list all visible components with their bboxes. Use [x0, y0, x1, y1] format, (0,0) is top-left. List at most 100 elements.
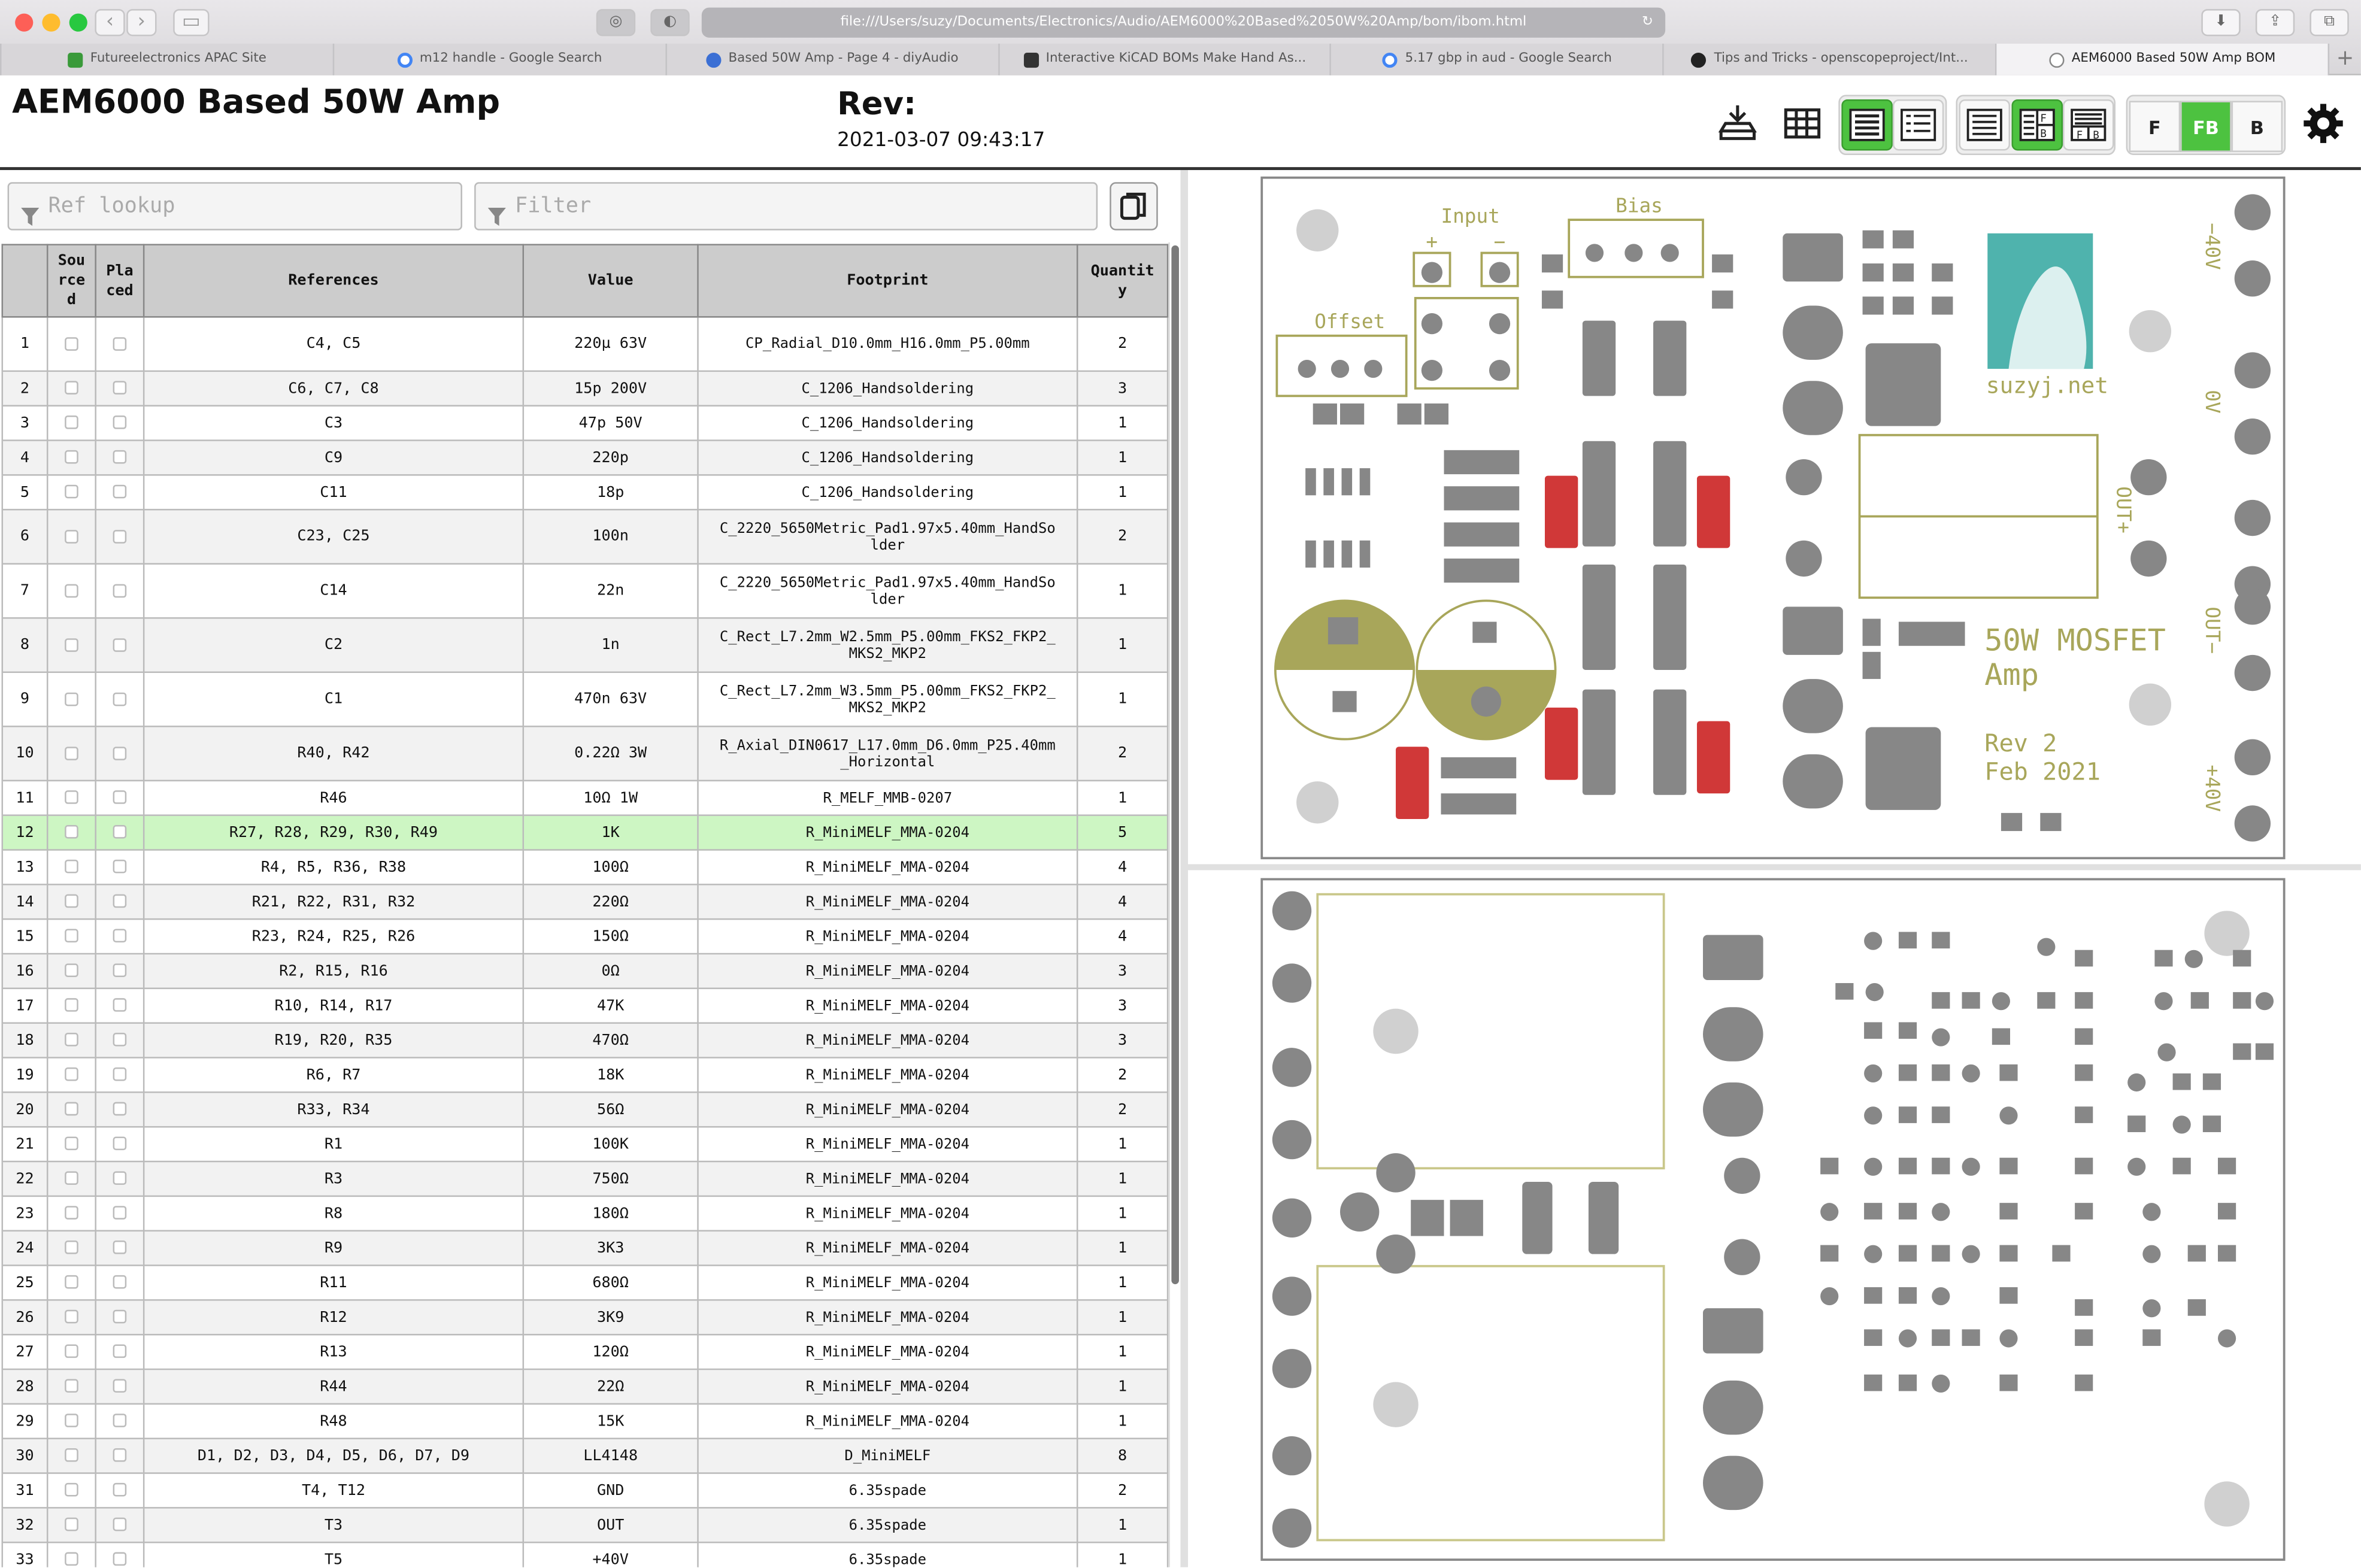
bom-only-button[interactable] — [1959, 99, 2010, 151]
table-row[interactable]: 12 R27, R28, R29, R30, R49 1K R_MiniMELF_MM… — [1, 814, 1169, 851]
placed-checkbox[interactable] — [95, 918, 145, 955]
sourced-checkbox[interactable] — [46, 316, 96, 372]
layer-front-button[interactable]: F — [2129, 101, 2181, 152]
sourced-checkbox[interactable] — [46, 1091, 96, 1128]
checkbox[interactable] — [65, 790, 78, 804]
browser-tab[interactable]: Based 50W Amp - Page 4 - diyAudio — [665, 43, 998, 75]
checkbox[interactable] — [113, 1344, 127, 1358]
bom-ungrouped-button[interactable] — [1892, 99, 1944, 151]
checkbox[interactable] — [65, 1067, 78, 1081]
sourced-checkbox[interactable] — [46, 918, 96, 955]
sourced-checkbox[interactable] — [46, 1403, 96, 1439]
sourced-checkbox[interactable] — [46, 1333, 96, 1370]
sourced-checkbox[interactable] — [46, 508, 96, 565]
browser-tab[interactable]: Futureelectronics APAC Site — [0, 43, 333, 75]
checkbox[interactable] — [65, 745, 78, 760]
sourced-checkbox[interactable] — [46, 726, 96, 782]
filter-input[interactable]: Filter — [474, 182, 1098, 231]
close-window-button[interactable] — [15, 13, 34, 32]
checkbox[interactable] — [65, 859, 78, 874]
placed-checkbox[interactable] — [95, 316, 145, 372]
sourced-checkbox[interactable] — [46, 671, 96, 727]
table-row[interactable]: 27 R13 120Ω R_MiniMELF_MMA-0204 1 — [1, 1333, 1169, 1370]
placed-checkbox[interactable] — [95, 508, 145, 565]
sourced-checkbox[interactable] — [46, 563, 96, 619]
placed-checkbox[interactable] — [95, 563, 145, 619]
table-row[interactable]: 3 C3 47p 50V C_1206_Handsoldering 1 — [1, 405, 1169, 441]
placed-checkbox[interactable] — [95, 1126, 145, 1163]
share-icon[interactable]: ⇪ — [2255, 9, 2295, 37]
placed-checkbox[interactable] — [95, 1368, 145, 1405]
sourced-checkbox[interactable] — [46, 814, 96, 851]
table-row[interactable]: 32 T3 OUT 6.35spade 1 — [1, 1507, 1169, 1543]
checkbox[interactable] — [113, 825, 127, 839]
sourced-checkbox[interactable] — [46, 1437, 96, 1474]
placed-checkbox[interactable] — [95, 370, 145, 407]
copy-button[interactable] — [1110, 182, 1158, 231]
placed-checkbox[interactable] — [95, 1437, 145, 1474]
checkbox[interactable] — [113, 1379, 127, 1393]
table-row[interactable]: 31 T4, T12 GND 6.35spade 2 — [1, 1472, 1169, 1509]
checkbox[interactable] — [113, 1102, 127, 1116]
checkbox[interactable] — [65, 1552, 78, 1566]
table-row[interactable]: 24 R9 3K3 R_MiniMELF_MMA-0204 1 — [1, 1230, 1169, 1266]
table-row[interactable]: 18 R19, R20, R35 470Ω R_MiniMELF_MMA-0204 3 — [1, 1022, 1169, 1059]
pcb-back-canvas[interactable] — [1188, 872, 2361, 1567]
downloads-icon[interactable]: ⬇ — [2201, 9, 2241, 37]
checkbox[interactable] — [113, 963, 127, 977]
table-row[interactable]: 7 C14 22n C_2220_5650Metric_Pad1.97x5.40mm_… — [1, 563, 1169, 619]
table-row[interactable]: 16 R2, R15, R16 0Ω R_MiniMELF_MMA-0204 3 — [1, 953, 1169, 990]
checkbox[interactable] — [65, 381, 78, 395]
zoom-window-button[interactable] — [69, 13, 87, 32]
placed-checkbox[interactable] — [95, 1230, 145, 1266]
placed-checkbox[interactable] — [95, 1195, 145, 1232]
checkbox[interactable] — [113, 1448, 127, 1462]
checkbox[interactable] — [65, 825, 78, 839]
sourced-checkbox[interactable] — [46, 1022, 96, 1059]
browser-tab[interactable]: m12 handle - Google Search — [332, 43, 665, 75]
checkbox[interactable] — [113, 790, 127, 804]
checkbox[interactable] — [65, 1379, 78, 1393]
column-header[interactable]: References — [143, 244, 525, 318]
sourced-checkbox[interactable] — [46, 1299, 96, 1336]
checkbox[interactable] — [113, 1136, 127, 1151]
table-scrollbar[interactable] — [1168, 242, 1179, 1567]
placed-checkbox[interactable] — [95, 1333, 145, 1370]
sourced-checkbox[interactable] — [46, 405, 96, 441]
browser-tab-active[interactable]: AEM6000 Based 50W Amp BOM — [1995, 43, 2328, 75]
placed-checkbox[interactable] — [95, 405, 145, 441]
checkbox[interactable] — [65, 1136, 78, 1151]
bom-top-button[interactable]: FB — [2063, 99, 2114, 151]
table-row[interactable]: 20 R33, R34 56Ω R_MiniMELF_MMA-0204 2 — [1, 1091, 1169, 1128]
checkbox[interactable] — [113, 1275, 127, 1289]
table-row[interactable]: 10 R40, R42 0.22Ω 3W R_Axial_DIN0617_L17.0m… — [1, 726, 1169, 782]
checkbox[interactable] — [65, 484, 78, 499]
table-row[interactable]: 15 R23, R24, R25, R26 150Ω R_MiniMELF_MMA-0… — [1, 918, 1169, 955]
scrollbar-thumb[interactable] — [1171, 245, 1179, 1284]
checkbox[interactable] — [113, 1414, 127, 1427]
placed-checkbox[interactable] — [95, 671, 145, 727]
table-row[interactable]: 29 R48 15K R_MiniMELF_MMA-0204 1 — [1, 1403, 1169, 1439]
checkbox[interactable] — [113, 998, 127, 1012]
checkbox[interactable] — [65, 692, 78, 706]
checkbox[interactable] — [65, 336, 78, 350]
browser-tab[interactable]: Interactive KiCAD BOMs Make Hand As... — [998, 43, 1330, 75]
checkbox[interactable] — [113, 894, 127, 908]
sourced-checkbox[interactable] — [46, 780, 96, 816]
checkbox[interactable] — [113, 1309, 127, 1324]
checkbox[interactable] — [65, 1241, 78, 1254]
column-header[interactable]: Value — [522, 244, 699, 318]
placed-checkbox[interactable] — [95, 1057, 145, 1093]
column-header[interactable]: Footprint — [697, 244, 1078, 318]
ref-lookup-input[interactable]: Ref lookup — [7, 182, 462, 231]
sidebar-toggle-icon[interactable]: ▭ — [173, 9, 210, 37]
tabs-overview-icon[interactable]: ⧉ — [2310, 9, 2349, 37]
checkbox[interactable] — [113, 692, 127, 706]
table-row[interactable]: 5 C11 18p C_1206_Handsoldering 1 — [1, 474, 1169, 511]
checkbox[interactable] — [65, 1414, 78, 1427]
sourced-checkbox[interactable] — [46, 1230, 96, 1266]
checkbox[interactable] — [65, 583, 78, 598]
bom-grouped-button[interactable] — [1841, 99, 1893, 151]
checkbox[interactable] — [113, 381, 127, 395]
table-row[interactable]: 8 C2 1n C_Rect_L7.2mm_W2.5mm_P5.00mm_FKS2_F… — [1, 617, 1169, 674]
